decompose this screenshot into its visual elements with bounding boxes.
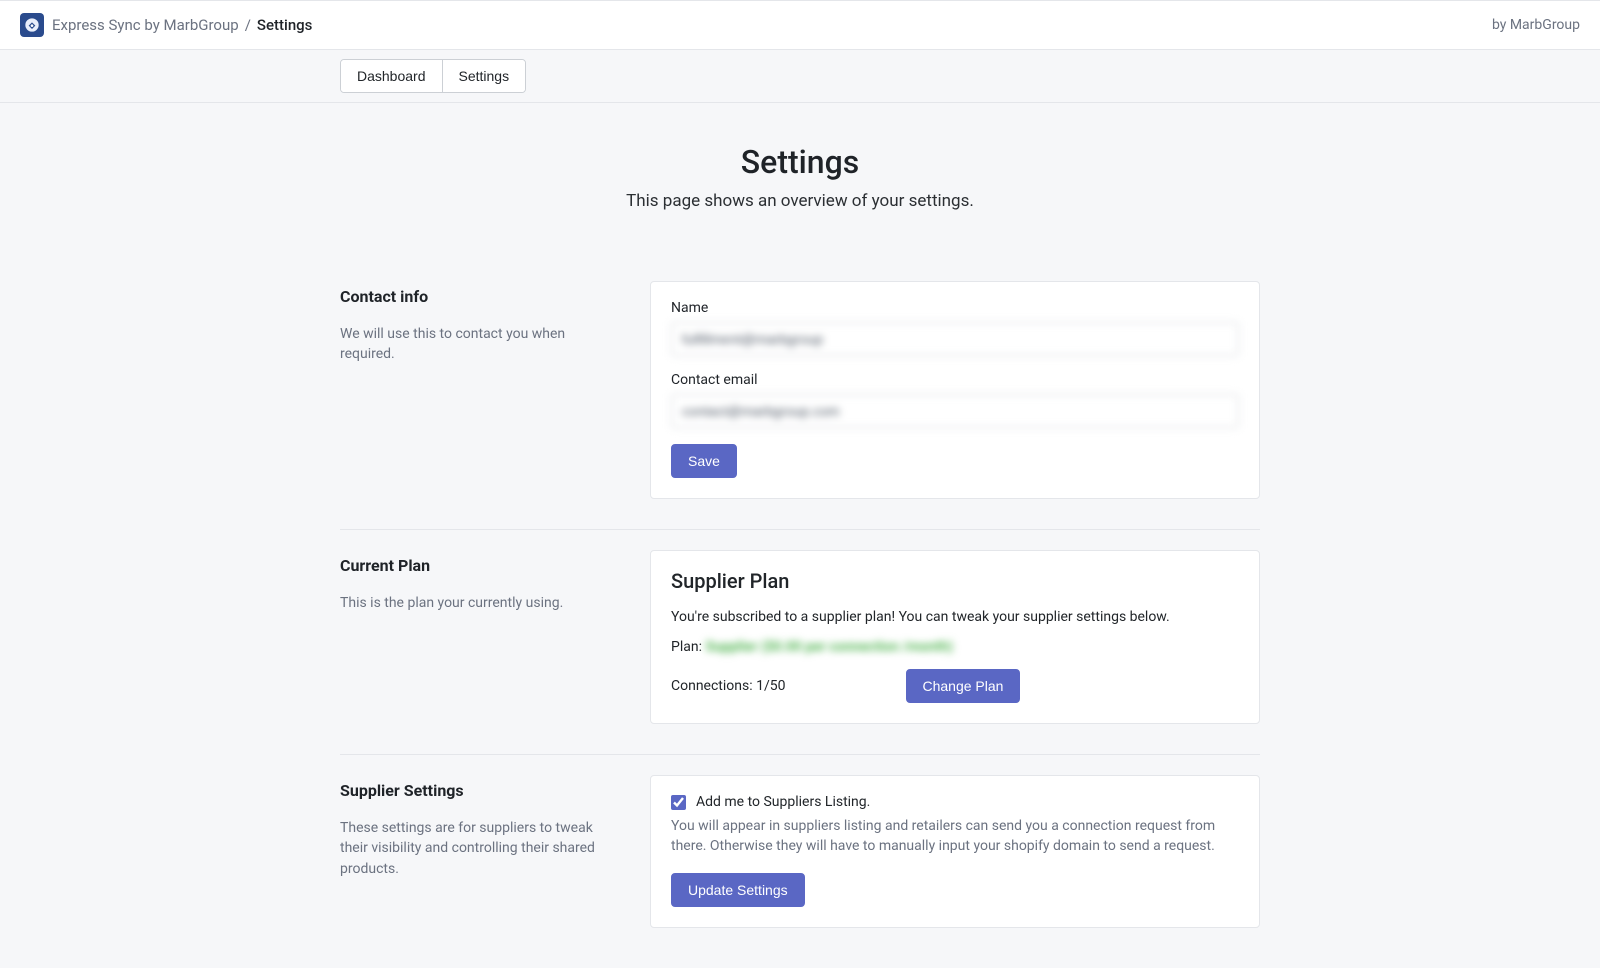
plan-prefix: Plan: bbox=[671, 639, 705, 655]
nav-settings-button[interactable]: Settings bbox=[442, 60, 526, 92]
section-contact: Contact info We will use this to contact… bbox=[340, 261, 1260, 529]
contact-desc: We will use this to contact you when req… bbox=[340, 324, 620, 365]
breadcrumb-separator: / bbox=[245, 16, 251, 34]
plan-card: Supplier Plan You're subscribed to a sup… bbox=[650, 550, 1260, 724]
nav-bar: Dashboard Settings bbox=[0, 50, 1600, 103]
update-settings-button[interactable]: Update Settings bbox=[671, 873, 805, 907]
name-group: Name bbox=[671, 300, 1239, 356]
page-header: Settings This page shows an overview of … bbox=[340, 143, 1260, 211]
connections-prefix: Connections: bbox=[671, 678, 756, 694]
top-bar: Express Sync by MarbGroup / Settings by … bbox=[0, 0, 1600, 50]
name-input[interactable] bbox=[671, 322, 1239, 356]
supplier-heading: Supplier Settings bbox=[340, 781, 620, 800]
email-group: Contact email bbox=[671, 372, 1239, 428]
contact-heading: Contact info bbox=[340, 287, 620, 306]
email-label: Contact email bbox=[671, 372, 1239, 388]
breadcrumb: Express Sync by MarbGroup / Settings bbox=[52, 16, 312, 34]
section-plan: Current Plan This is the plan your curre… bbox=[340, 530, 1260, 754]
app-icon bbox=[20, 13, 44, 37]
vendor-label: by MarbGroup bbox=[1492, 17, 1580, 33]
plan-desc: You're subscribed to a supplier plan! Yo… bbox=[671, 609, 1239, 625]
section-supplier: Supplier Settings These settings are for… bbox=[340, 755, 1260, 928]
section-plan-side: Current Plan This is the plan your curre… bbox=[340, 550, 620, 724]
supplier-help: You will appear in suppliers listing and… bbox=[671, 816, 1239, 857]
supplier-listing-checkbox[interactable] bbox=[671, 795, 686, 810]
supplier-listing-row: Add me to Suppliers Listing. bbox=[671, 794, 1239, 810]
section-contact-side: Contact info We will use this to contact… bbox=[340, 281, 620, 499]
page-title: Settings bbox=[340, 143, 1260, 181]
contact-card: Name Contact email Save bbox=[650, 281, 1260, 499]
plan-side-heading: Current Plan bbox=[340, 556, 620, 575]
nav-button-group: Dashboard Settings bbox=[340, 59, 526, 93]
save-button[interactable]: Save bbox=[671, 444, 737, 478]
supplier-listing-label: Add me to Suppliers Listing. bbox=[696, 794, 870, 810]
plan-value: Supplier ($0.00 per connection /month) bbox=[705, 639, 953, 655]
plan-bottom-row: Connections: 1/50 Change Plan bbox=[671, 669, 1239, 703]
page-subtitle: This page shows an overview of your sett… bbox=[340, 191, 1260, 211]
supplier-desc: These settings are for suppliers to twea… bbox=[340, 818, 620, 879]
change-plan-button[interactable]: Change Plan bbox=[906, 669, 1021, 703]
plan-title: Supplier Plan bbox=[671, 569, 1239, 593]
plan-line: Plan: Supplier ($0.00 per connection /mo… bbox=[671, 639, 1239, 655]
connections-text: Connections: 1/50 bbox=[671, 678, 786, 694]
supplier-card: Add me to Suppliers Listing. You will ap… bbox=[650, 775, 1260, 928]
page: Settings This page shows an overview of … bbox=[330, 103, 1270, 968]
breadcrumb-root[interactable]: Express Sync by MarbGroup bbox=[52, 16, 239, 34]
name-label: Name bbox=[671, 300, 1239, 316]
email-input[interactable] bbox=[671, 394, 1239, 428]
nav-dashboard-button[interactable]: Dashboard bbox=[341, 60, 442, 92]
breadcrumb-current: Settings bbox=[257, 16, 313, 34]
section-supplier-side: Supplier Settings These settings are for… bbox=[340, 775, 620, 928]
connections-value: 1/50 bbox=[756, 678, 785, 694]
plan-side-desc: This is the plan your currently using. bbox=[340, 593, 620, 613]
breadcrumb-area: Express Sync by MarbGroup / Settings bbox=[20, 13, 312, 37]
